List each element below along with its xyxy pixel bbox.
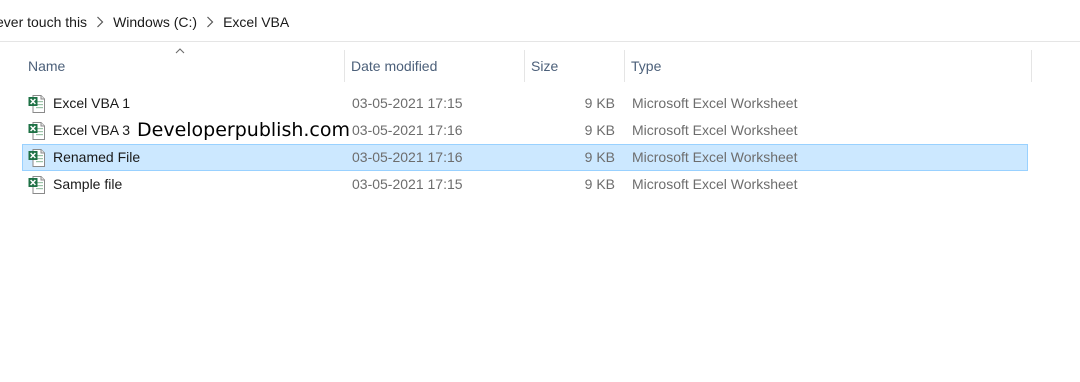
excel-file-icon: [28, 176, 45, 194]
breadcrumb-item-current-folder[interactable]: Excel VBA: [223, 14, 289, 30]
file-type: Microsoft Excel Worksheet: [632, 176, 798, 192]
file-row-excel-vba-1[interactable]: Excel VBA 1 03-05-2021 17:15 9 KB Micros…: [22, 90, 1028, 117]
watermark-text: Developerpublish.com: [135, 119, 352, 141]
excel-file-icon: [28, 122, 45, 140]
chevron-right-icon[interactable]: [87, 16, 113, 28]
column-header-date-modified[interactable]: Date modified: [344, 50, 524, 82]
file-name: Excel VBA 3: [53, 122, 131, 138]
file-size: 9 KB: [584, 149, 615, 165]
file-size: 9 KB: [584, 95, 615, 111]
column-header-type[interactable]: Type: [624, 50, 1032, 82]
file-size: 9 KB: [584, 122, 615, 138]
column-header-row: Name Date modified Size Type: [22, 48, 1034, 82]
file-name: Sample file: [53, 176, 123, 192]
file-date-modified: 03-05-2021 17:16: [352, 149, 463, 165]
file-name: Excel VBA 1: [53, 95, 131, 111]
file-type: Microsoft Excel Worksheet: [632, 149, 798, 165]
file-row-renamed-file[interactable]: Renamed File 03-05-2021 17:16 9 KB Micro…: [22, 144, 1028, 171]
column-header-size[interactable]: Size: [524, 50, 624, 82]
excel-file-icon: [28, 149, 45, 167]
column-header-name[interactable]: Name: [22, 50, 344, 82]
file-type: Microsoft Excel Worksheet: [632, 95, 798, 111]
file-explorer-window: ever touch this Windows (C:) Excel VBA N…: [0, 0, 1080, 382]
file-name: Renamed File: [53, 149, 141, 165]
chevron-right-icon[interactable]: [197, 16, 223, 28]
file-date-modified: 03-05-2021 17:16: [352, 122, 463, 138]
file-list: Excel VBA 1 03-05-2021 17:15 9 KB Micros…: [22, 90, 1028, 198]
file-type: Microsoft Excel Worksheet: [632, 122, 798, 138]
excel-file-icon: [28, 95, 45, 113]
file-date-modified: 03-05-2021 17:15: [352, 95, 463, 111]
file-date-modified: 03-05-2021 17:15: [352, 176, 463, 192]
file-size: 9 KB: [584, 176, 615, 192]
file-row-sample-file[interactable]: Sample file 03-05-2021 17:15 9 KB Micros…: [22, 171, 1028, 198]
breadcrumb[interactable]: ever touch this Windows (C:) Excel VBA: [0, 2, 1080, 42]
breadcrumb-item-parent[interactable]: ever touch this: [0, 14, 87, 30]
breadcrumb-item-drive[interactable]: Windows (C:): [113, 14, 197, 30]
